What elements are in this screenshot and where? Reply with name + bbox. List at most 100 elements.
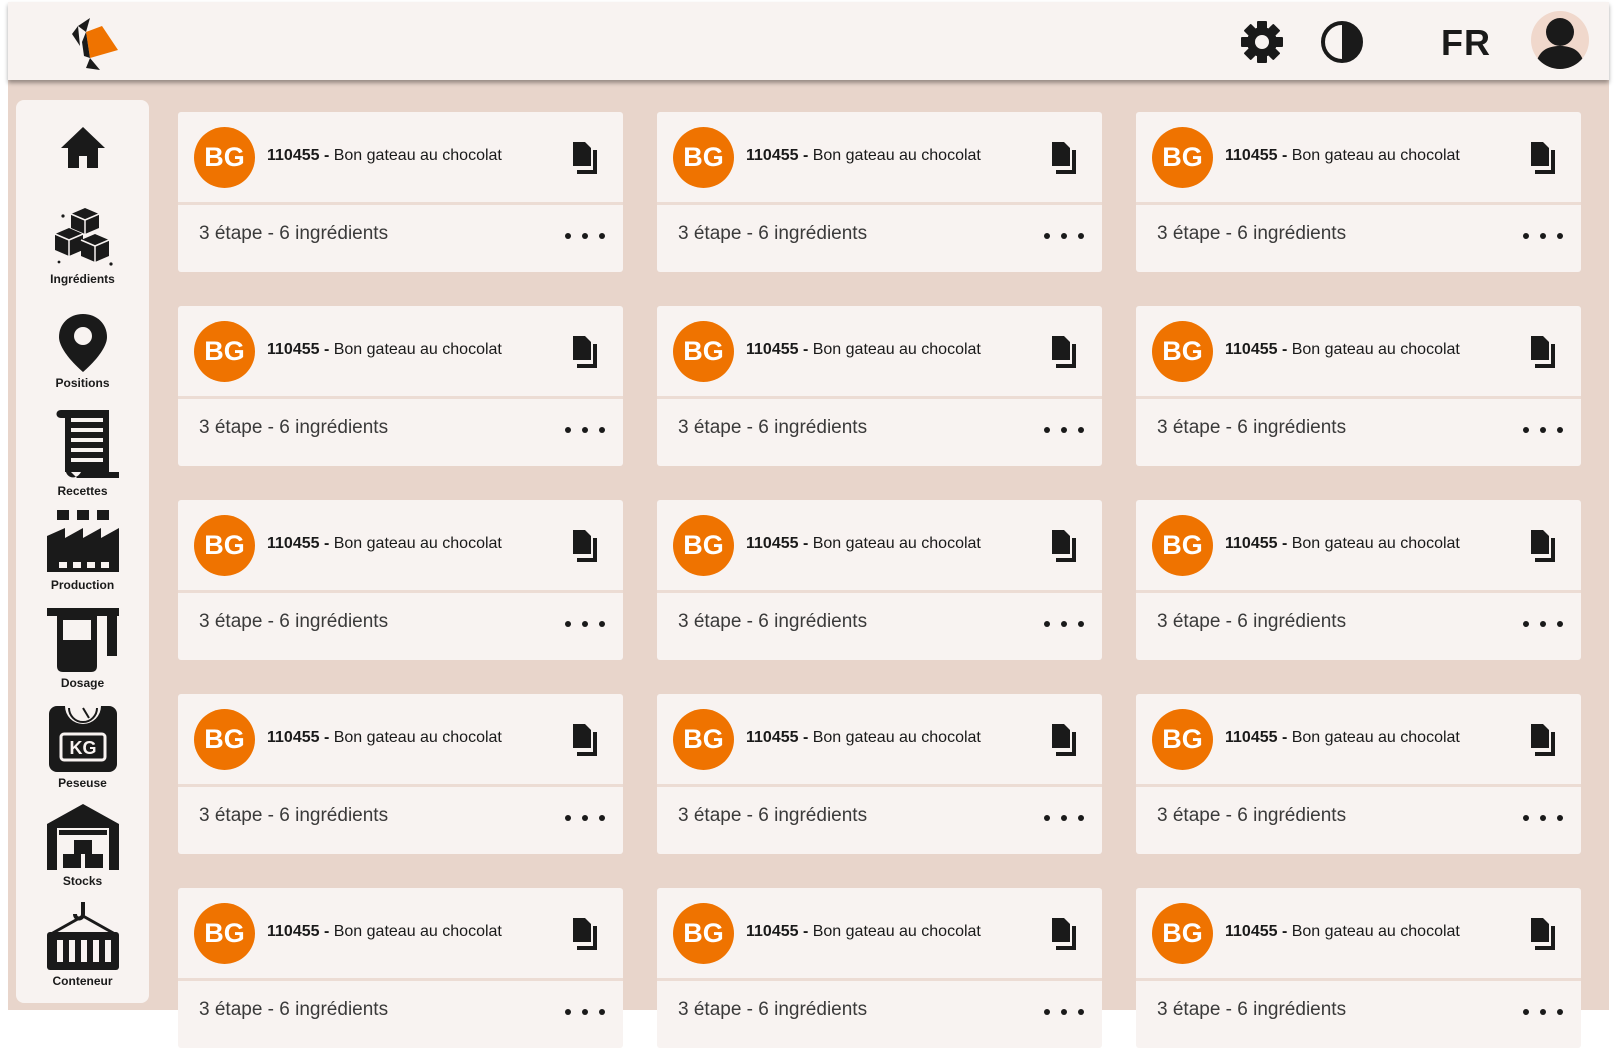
recipe-separator: - <box>798 535 813 552</box>
recipe-title[interactable]: 110455 - Bon gateau au chocolat <box>1225 729 1460 747</box>
sidebar-item-dosage[interactable]: Dosage <box>16 606 149 690</box>
more-options-icon[interactable] <box>1044 810 1084 826</box>
recipe-card[interactable]: BG 110455 - Bon gateau au chocolat 3 éta… <box>657 112 1102 272</box>
sidebar-item-production[interactable]: Production <box>16 506 149 592</box>
recipe-card[interactable]: BG 110455 - Bon gateau au chocolat 3 éta… <box>1136 112 1581 272</box>
sidebar-item-label: Ingrédients <box>50 272 115 286</box>
recipe-code: 110455 <box>267 535 320 552</box>
recipe-summary: 3 étape - 6 ingrédients <box>1157 999 1347 1020</box>
recipe-title[interactable]: 110455 - Bon gateau au chocolat <box>1225 341 1460 359</box>
recipe-title[interactable]: 110455 - Bon gateau au chocolat <box>1225 147 1460 165</box>
copy-icon[interactable] <box>569 722 599 758</box>
sidebar-item-home[interactable] <box>16 122 149 172</box>
recipe-name: Bon gateau au chocolat <box>333 341 502 358</box>
user-avatar-icon[interactable] <box>1531 11 1589 69</box>
recipe-summary: 3 étape - 6 ingrédients <box>1157 805 1347 826</box>
recipe-title[interactable]: 110455 - Bon gateau au chocolat <box>746 923 981 941</box>
copy-icon[interactable] <box>1527 722 1557 758</box>
recipe-title[interactable]: 110455 - Bon gateau au chocolat <box>267 729 502 747</box>
cubes-icon <box>54 208 113 266</box>
contrast-icon[interactable] <box>1320 20 1364 64</box>
recipe-title[interactable]: 110455 - Bon gateau au chocolat <box>267 535 502 553</box>
more-options-icon[interactable] <box>1044 422 1084 438</box>
recipe-title[interactable]: 110455 - Bon gateau au chocolat <box>267 341 502 359</box>
recipe-name: Bon gateau au chocolat <box>812 147 981 164</box>
copy-icon[interactable] <box>1048 140 1078 176</box>
recipe-initials-badge: BG <box>1152 515 1213 576</box>
recipe-separator: - <box>319 923 334 940</box>
recipe-title[interactable]: 110455 - Bon gateau au chocolat <box>746 535 981 553</box>
sidebar-item-label: Production <box>50 578 115 592</box>
sidebar-item-conteneur[interactable]: Conteneur <box>16 900 149 988</box>
recipe-card[interactable]: BG 110455 - Bon gateau au chocolat 3 éta… <box>1136 888 1581 1048</box>
more-options-icon[interactable] <box>1523 1004 1563 1020</box>
more-options-icon[interactable] <box>565 1004 605 1020</box>
recipe-card[interactable]: BG 110455 - Bon gateau au chocolat 3 éta… <box>657 306 1102 466</box>
copy-icon[interactable] <box>1527 916 1557 952</box>
recipe-card-header: BG 110455 - Bon gateau au chocolat <box>1136 694 1581 787</box>
recipe-title[interactable]: 110455 - Bon gateau au chocolat <box>746 729 981 747</box>
copy-icon[interactable] <box>1527 528 1557 564</box>
recipe-title[interactable]: 110455 - Bon gateau au chocolat <box>746 341 981 359</box>
recipe-card[interactable]: BG 110455 - Bon gateau au chocolat 3 éta… <box>178 306 623 466</box>
recipe-card-header: BG 110455 - Bon gateau au chocolat <box>1136 500 1581 593</box>
recipe-card[interactable]: BG 110455 - Bon gateau au chocolat 3 éta… <box>657 500 1102 660</box>
sidebar-item-positions[interactable]: Positions <box>16 312 149 390</box>
more-options-icon[interactable] <box>565 616 605 632</box>
more-options-icon[interactable] <box>1523 810 1563 826</box>
container-hook-icon <box>46 902 119 970</box>
sidebar-item-peseuse[interactable]: KG Peseuse <box>16 704 149 790</box>
more-options-icon[interactable] <box>1044 1004 1084 1020</box>
recipe-title[interactable]: 110455 - Bon gateau au chocolat <box>267 147 502 165</box>
recipe-card[interactable]: BG 110455 - Bon gateau au chocolat 3 éta… <box>178 694 623 854</box>
more-options-icon[interactable] <box>1044 616 1084 632</box>
more-options-icon[interactable] <box>1044 228 1084 244</box>
recipe-summary: 3 étape - 6 ingrédients <box>1157 417 1347 438</box>
sidebar-item-label: Conteneur <box>52 974 113 988</box>
more-options-icon[interactable] <box>1523 616 1563 632</box>
sidebar-item-ingredients[interactable]: Ingrédients <box>16 204 149 286</box>
settings-gear-icon[interactable] <box>1240 20 1284 64</box>
recipe-summary: 3 étape - 6 ingrédients <box>678 611 868 632</box>
recipe-summary: 3 étape - 6 ingrédients <box>678 999 868 1020</box>
language-selector[interactable]: FR <box>1441 22 1491 64</box>
recipe-card[interactable]: BG 110455 - Bon gateau au chocolat 3 éta… <box>657 694 1102 854</box>
more-options-icon[interactable] <box>1523 422 1563 438</box>
recipe-summary: 3 étape - 6 ingrédients <box>678 223 868 244</box>
recipe-card[interactable]: BG 110455 - Bon gateau au chocolat 3 éta… <box>1136 694 1581 854</box>
copy-icon[interactable] <box>1048 722 1078 758</box>
app-logo[interactable] <box>56 12 124 72</box>
recipe-summary: 3 étape - 6 ingrédients <box>199 805 389 826</box>
sidebar-item-stocks[interactable]: Stocks <box>16 802 149 888</box>
recipe-initials-badge: BG <box>194 903 255 964</box>
more-options-icon[interactable] <box>565 422 605 438</box>
recipe-card[interactable]: BG 110455 - Bon gateau au chocolat 3 éta… <box>1136 306 1581 466</box>
recipe-code: 110455 <box>267 341 320 358</box>
recipe-card[interactable]: BG 110455 - Bon gateau au chocolat 3 éta… <box>657 888 1102 1048</box>
more-options-icon[interactable] <box>565 228 605 244</box>
sidebar-item-recettes[interactable]: Recettes <box>16 406 149 498</box>
copy-icon[interactable] <box>569 916 599 952</box>
more-options-icon[interactable] <box>1523 228 1563 244</box>
recipe-card[interactable]: BG 110455 - Bon gateau au chocolat 3 éta… <box>178 888 623 1048</box>
copy-icon[interactable] <box>1527 334 1557 370</box>
recipe-initials-badge: BG <box>673 127 734 188</box>
copy-icon[interactable] <box>569 528 599 564</box>
copy-icon[interactable] <box>1048 916 1078 952</box>
copy-icon[interactable] <box>569 140 599 176</box>
copy-icon[interactable] <box>1048 334 1078 370</box>
recipe-card[interactable]: BG 110455 - Bon gateau au chocolat 3 éta… <box>1136 500 1581 660</box>
recipe-card[interactable]: BG 110455 - Bon gateau au chocolat 3 éta… <box>178 112 623 272</box>
recipe-summary: 3 étape - 6 ingrédients <box>199 223 389 244</box>
recipe-card[interactable]: BG 110455 - Bon gateau au chocolat 3 éta… <box>178 500 623 660</box>
recipe-title[interactable]: 110455 - Bon gateau au chocolat <box>1225 535 1460 553</box>
copy-icon[interactable] <box>1527 140 1557 176</box>
recipe-name: Bon gateau au chocolat <box>1291 341 1460 358</box>
copy-icon[interactable] <box>1048 528 1078 564</box>
recipe-name: Bon gateau au chocolat <box>812 923 981 940</box>
copy-icon[interactable] <box>569 334 599 370</box>
recipe-title[interactable]: 110455 - Bon gateau au chocolat <box>746 147 981 165</box>
recipe-title[interactable]: 110455 - Bon gateau au chocolat <box>267 923 502 941</box>
more-options-icon[interactable] <box>565 810 605 826</box>
recipe-title[interactable]: 110455 - Bon gateau au chocolat <box>1225 923 1460 941</box>
